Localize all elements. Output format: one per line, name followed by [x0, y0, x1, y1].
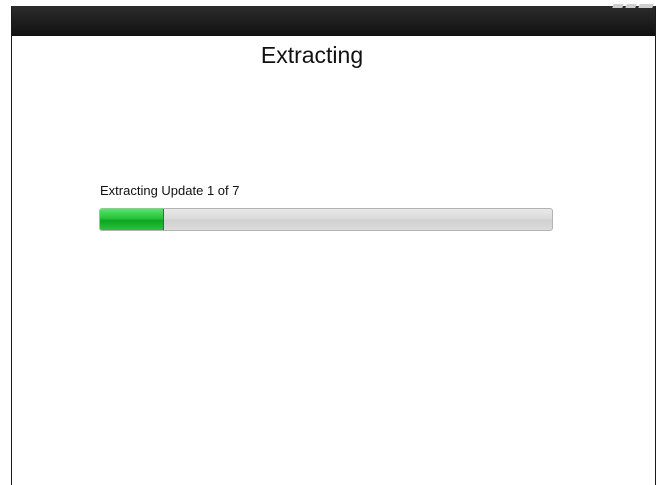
page-title: Extracting — [260, 42, 364, 68]
brand-logo-icon — [609, 4, 655, 14]
title-bar — [12, 4, 655, 36]
progress-bar-fill — [100, 209, 165, 230]
progress-bar — [99, 208, 553, 231]
progress-status-text: Extracting Update 1 of 7 — [100, 183, 240, 198]
installer-window: Extracting Extracting Update 1 of 7 — [11, 4, 656, 485]
